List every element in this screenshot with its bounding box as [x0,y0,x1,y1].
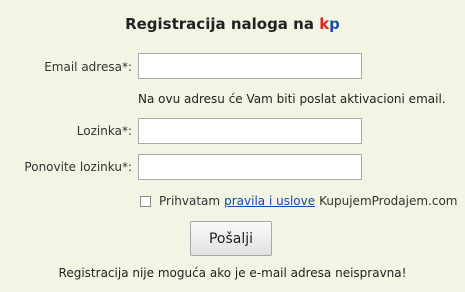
terms-checkbox[interactable] [140,195,151,207]
password-label: Lozinka*: [76,124,132,138]
repeat-password-label: Ponovite lozinku*: [24,160,132,174]
repeat-password-field[interactable] [138,154,362,180]
kp-logo-k: k [319,15,330,33]
kp-logo: kp [319,15,340,33]
footer-note: Registracija nije moguća ako je e-mail a… [58,266,407,280]
form-title-text: Registracija naloga na [125,15,314,33]
terms-suffix: KupujemProdajem.com [319,194,458,208]
email-hint: Na ovu adresu će Vam biti poslat aktivac… [138,92,446,106]
password-field[interactable] [138,118,362,144]
form-title: Registracija naloga na kp [0,15,465,33]
terms-link[interactable]: pravila i uslove [224,194,315,208]
terms-row: Prihvatam pravila i uslove KupujemProdaj… [140,193,458,209]
email-field[interactable] [138,53,362,79]
email-label: Email adresa*: [44,60,132,74]
submit-button[interactable]: Pošalji [190,221,272,256]
kp-logo-p: p [329,15,340,33]
terms-prefix: Prihvatam [159,194,221,208]
